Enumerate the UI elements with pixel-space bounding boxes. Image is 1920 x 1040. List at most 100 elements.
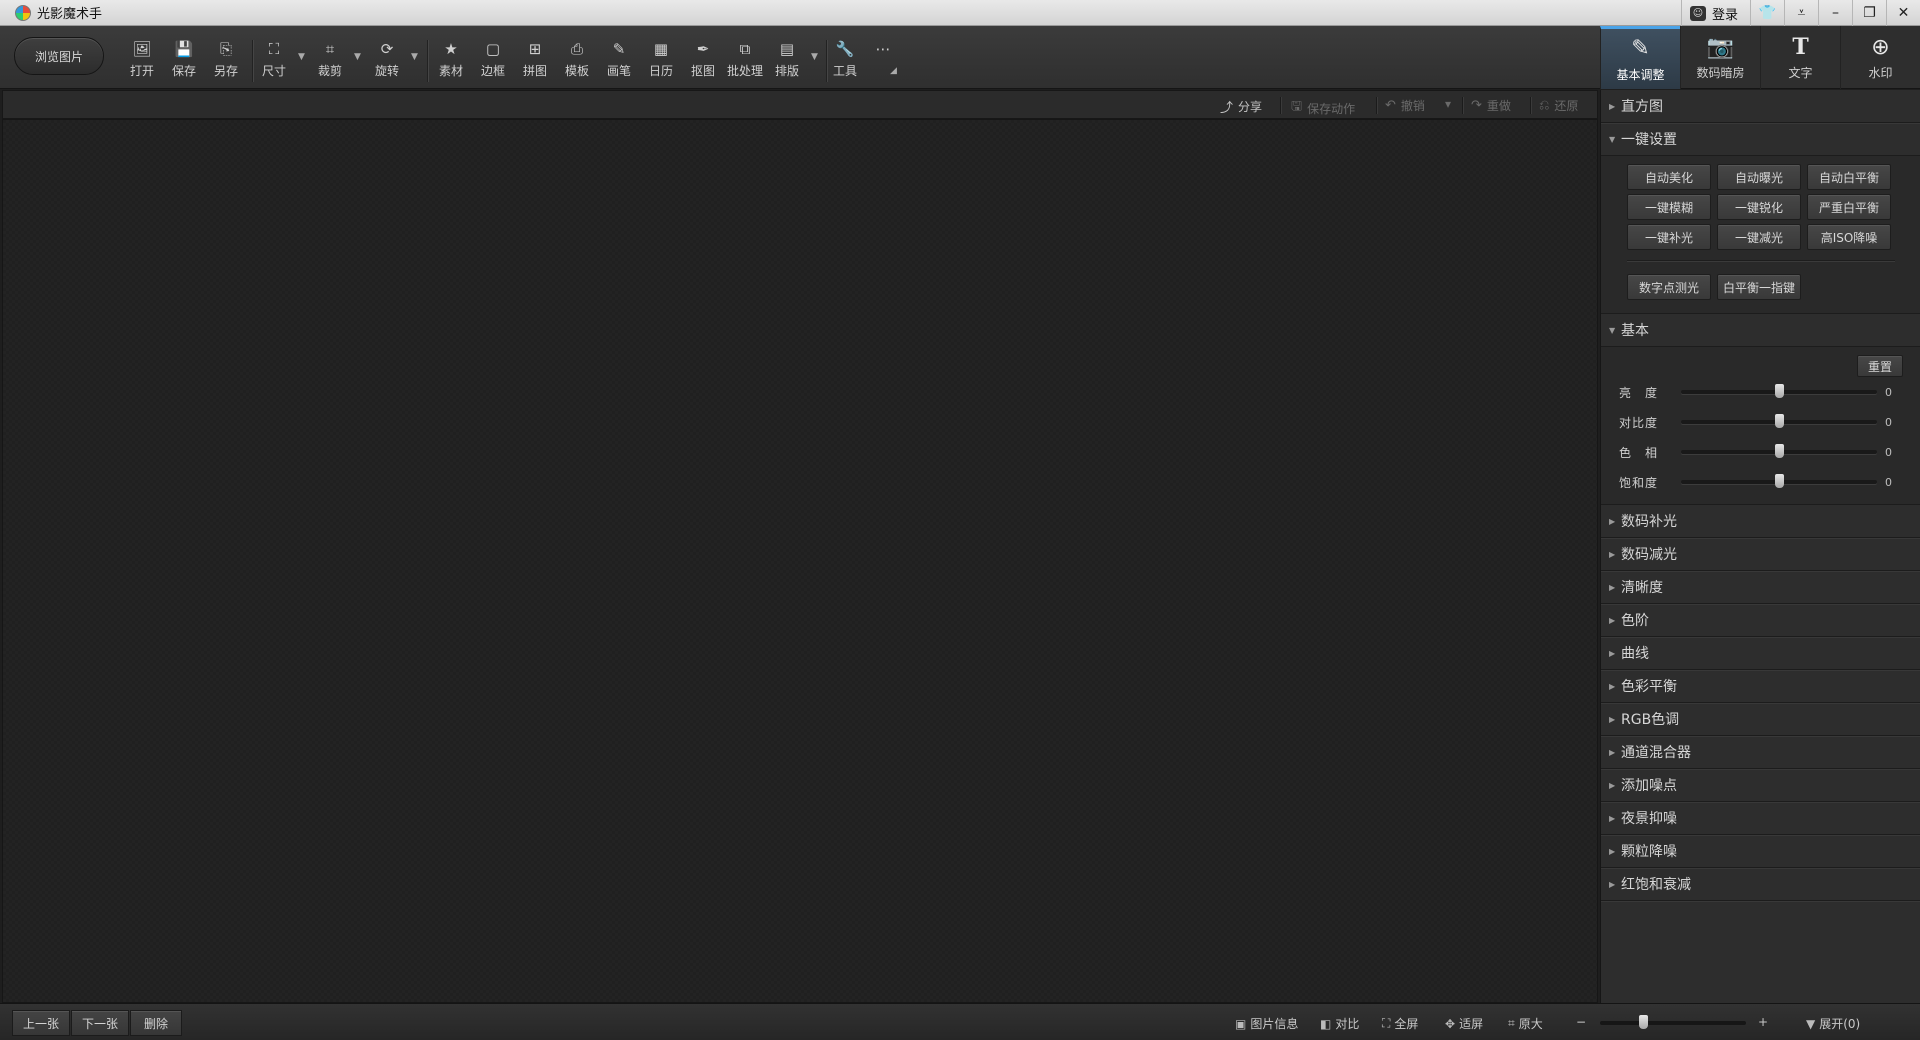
cutout-button[interactable]: ✒ 抠图: [685, 40, 721, 82]
status-bar: 上一张 下一张 删除 ▣ 图片信息 ◧ 对比 ⛶ 全屏 ✥ 适屏 ⌗ 原大 − …: [0, 1003, 1920, 1040]
open-label: 打开: [129, 64, 154, 78]
brightness-label: 亮 度: [1619, 385, 1659, 400]
saturation-slider[interactable]: [1681, 474, 1877, 488]
prev-image-button[interactable]: 上一张: [12, 1010, 70, 1036]
minimize-icon[interactable]: –: [1818, 0, 1852, 26]
spot-metering-button[interactable]: 数字点测光: [1627, 274, 1711, 300]
section-levels[interactable]: ▶ 色阶: [1601, 604, 1920, 637]
save-action-button[interactable]: 🖫 保存动作: [1291, 97, 1355, 119]
section-digital-reduce-light[interactable]: ▶ 数码减光: [1601, 538, 1920, 571]
browse-images-button[interactable]: 浏览图片: [14, 37, 104, 75]
brush-button[interactable]: ✎ 画笔: [601, 40, 637, 82]
tab-darkroom[interactable]: 📷 数码暗房: [1680, 26, 1760, 89]
crop-dropdown-icon[interactable]: ▼: [354, 52, 361, 62]
save-as-button[interactable]: ⎘ 另存: [208, 40, 244, 82]
zoom-in-button[interactable]: +: [1758, 1015, 1768, 1029]
auto-white-balance-button[interactable]: 自动白平衡: [1807, 164, 1891, 190]
one-click-blur-button[interactable]: 一键模糊: [1627, 194, 1711, 220]
share-button[interactable]: ⤴ 分享: [1220, 97, 1262, 116]
collapsed-arrow-icon: ▶: [1609, 549, 1616, 559]
image-canvas[interactable]: [2, 119, 1598, 1003]
brightness-slider-thumb[interactable]: [1774, 384, 1784, 398]
one-click-fill-light-button[interactable]: 一键补光: [1627, 224, 1711, 250]
zoom-out-button[interactable]: −: [1576, 1015, 1586, 1029]
close-icon[interactable]: ✕: [1886, 0, 1920, 26]
auto-beautify-button[interactable]: 自动美化: [1627, 164, 1711, 190]
expand-button[interactable]: ▼ 展开(0): [1806, 1015, 1860, 1032]
fullscreen-button[interactable]: ⛶ 全屏: [1382, 1015, 1418, 1032]
rotate-button[interactable]: ⟳ 旋转: [369, 40, 405, 82]
section-grain-denoise[interactable]: ▶ 颗粒降噪: [1601, 835, 1920, 868]
white-balance-picker-button[interactable]: 白平衡一指键: [1717, 274, 1801, 300]
hue-slider-thumb[interactable]: [1774, 444, 1784, 458]
section-label: 夜景抑噪: [1621, 811, 1677, 827]
resize-button[interactable]: ⛶ 尺寸: [256, 40, 292, 82]
calendar-button[interactable]: ▦ 日历: [643, 40, 679, 82]
save-button[interactable]: 💾 保存: [166, 40, 202, 82]
brightness-slider[interactable]: [1681, 384, 1877, 398]
section-one-click[interactable]: ▼ 一键设置: [1601, 123, 1920, 156]
collapsed-arrow-icon: ▶: [1609, 846, 1616, 856]
section-digital-fill-light[interactable]: ▶ 数码补光: [1601, 505, 1920, 538]
skin-icon[interactable]: 👕: [1750, 0, 1784, 26]
tools-button[interactable]: 🔧 工具: [827, 40, 863, 82]
reset-button[interactable]: 重置: [1857, 355, 1903, 377]
section-color-balance[interactable]: ▶ 色彩平衡: [1601, 670, 1920, 703]
layout-dropdown-icon[interactable]: ▼: [811, 52, 818, 62]
image-info-label: 图片信息: [1250, 1017, 1299, 1031]
restore-button[interactable]: ⎌ 还原: [1539, 97, 1578, 114]
zoom-slider-thumb[interactable]: [1639, 1015, 1649, 1029]
menu-icon[interactable]: ⩡: [1784, 0, 1818, 26]
open-button[interactable]: 🖼 打开: [124, 40, 160, 82]
rotate-dropdown-icon[interactable]: ▼: [411, 52, 418, 62]
tools-icon: 🔧: [835, 40, 855, 58]
section-channel-mixer[interactable]: ▶ 通道混合器: [1601, 736, 1920, 769]
hue-label: 色 相: [1619, 445, 1659, 460]
section-night-denoise[interactable]: ▶ 夜景抑噪: [1601, 802, 1920, 835]
tab-watermark[interactable]: ⊕ 水印: [1840, 26, 1920, 89]
section-clarity[interactable]: ▶ 清晰度: [1601, 571, 1920, 604]
crop-button[interactable]: ⌗ 裁剪: [312, 40, 348, 82]
section-basic[interactable]: ▼ 基本: [1601, 314, 1920, 347]
undo-dropdown-icon[interactable]: ▾: [1445, 97, 1451, 111]
hue-slider[interactable]: [1681, 444, 1877, 458]
section-add-noise[interactable]: ▶ 添加噪点: [1601, 769, 1920, 802]
one-click-sharpen-button[interactable]: 一键锐化: [1717, 194, 1801, 220]
saturation-slider-thumb[interactable]: [1774, 474, 1784, 488]
severe-white-balance-button[interactable]: 严重白平衡: [1807, 194, 1891, 220]
tab-text[interactable]: T 文字: [1760, 26, 1840, 89]
one-click-reduce-light-button[interactable]: 一键减光: [1717, 224, 1801, 250]
template-button[interactable]: ⎙ 模板: [559, 40, 595, 82]
undo-button[interactable]: ↶ 撤销: [1385, 97, 1425, 114]
compare-button[interactable]: ◧ 对比: [1320, 1015, 1359, 1032]
save-action-label: 保存动作: [1307, 101, 1356, 116]
material-button[interactable]: ★ 素材: [433, 40, 469, 82]
resize-icon: ⛶: [268, 40, 280, 58]
delete-image-button[interactable]: 删除: [130, 1010, 182, 1036]
collapsed-arrow-icon: ▶: [1609, 101, 1616, 111]
section-rgb-tone[interactable]: ▶ RGB色调: [1601, 703, 1920, 736]
contrast-slider-thumb[interactable]: [1774, 414, 1784, 428]
batch-button[interactable]: ⧉ 批处理: [727, 40, 763, 82]
section-histogram[interactable]: ▶ 直方图: [1601, 90, 1920, 123]
resize-dropdown-icon[interactable]: ▼: [298, 52, 305, 62]
next-image-button[interactable]: 下一张: [71, 1010, 129, 1036]
layout-button[interactable]: ▤ 排版: [769, 40, 805, 82]
redo-button[interactable]: ↷ 重做: [1471, 97, 1511, 114]
original-size-button[interactable]: ⌗ 原大: [1508, 1015, 1543, 1032]
login-button[interactable]: ☺ 登录: [1680, 0, 1750, 26]
border-button[interactable]: ▢ 边框: [475, 40, 511, 82]
contrast-slider[interactable]: [1681, 414, 1877, 428]
section-red-saturation-decay[interactable]: ▶ 红饱和衰减: [1601, 868, 1920, 901]
auto-exposure-button[interactable]: 自动曝光: [1717, 164, 1801, 190]
collage-icon: ⊞: [528, 40, 542, 58]
collage-button[interactable]: ⊞ 拼图: [517, 40, 553, 82]
hue-slider-row: 色 相 0: [1619, 442, 1903, 462]
high-iso-denoise-button[interactable]: 高ISO降噪: [1807, 224, 1891, 250]
section-curves[interactable]: ▶ 曲线: [1601, 637, 1920, 670]
restore-icon[interactable]: ❐: [1852, 0, 1886, 26]
fit-screen-button[interactable]: ✥ 适屏: [1445, 1015, 1483, 1032]
image-info-button[interactable]: ▣ 图片信息: [1235, 1015, 1298, 1032]
tab-basic-adjust[interactable]: ✎ 基本调整: [1600, 26, 1680, 89]
zoom-slider[interactable]: [1600, 1015, 1746, 1029]
